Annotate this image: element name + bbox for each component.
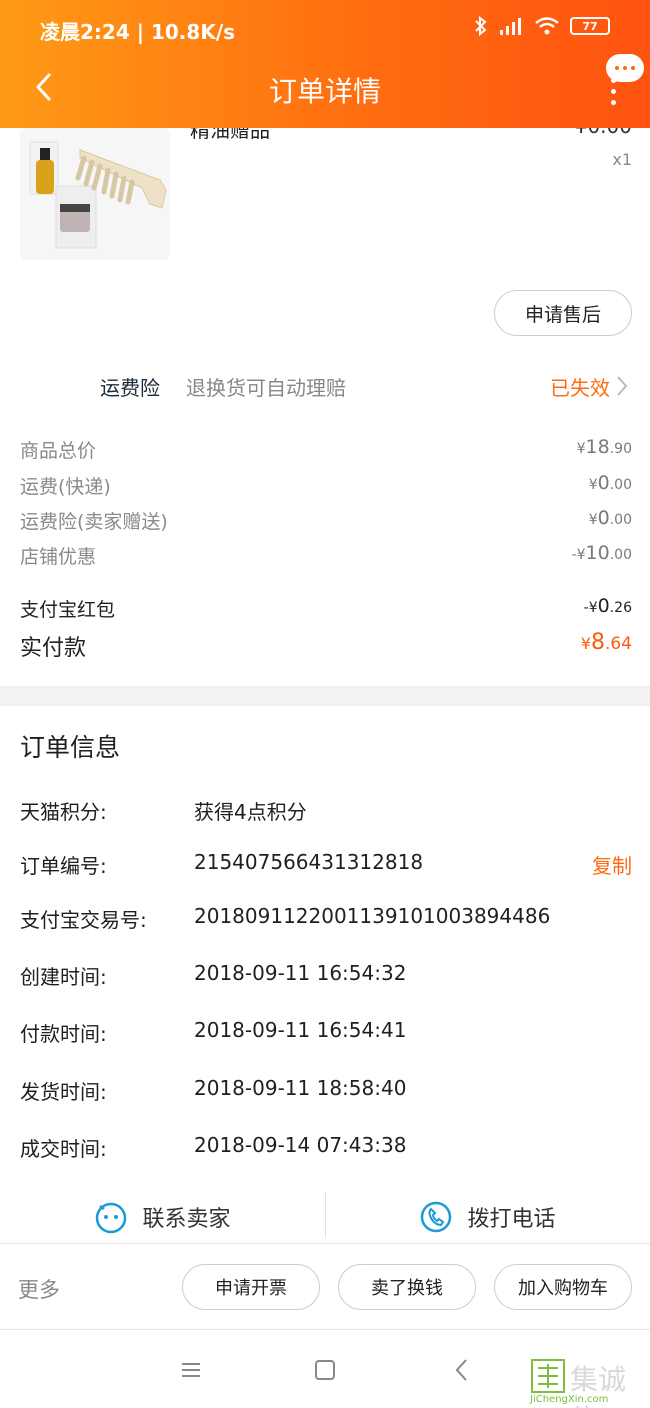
info-value: 2018-09-14 07:43:38 bbox=[194, 1133, 407, 1157]
price-label: 支付宝红包 bbox=[20, 599, 116, 621]
actual-payment-value: ¥8.64 bbox=[580, 630, 632, 655]
copy-button[interactable]: 复制 bbox=[592, 850, 632, 879]
info-key: 天猫积分: bbox=[20, 800, 107, 824]
shipping-insurance-row[interactable]: 运费险 退换货可自动理赔 已失效 bbox=[0, 372, 650, 402]
more-button[interactable]: 更多 bbox=[18, 1274, 60, 1304]
more-menu-icon[interactable] bbox=[611, 78, 616, 105]
app-header: 凌晨2:24 | 10.8K/s 77 订单详情 bbox=[0, 0, 650, 128]
watermark-logo-icon bbox=[531, 1359, 565, 1393]
price-row-alipay-red: 支付宝红包 -¥0.26 bbox=[20, 595, 632, 622]
price-value: ¥0.00 bbox=[588, 472, 632, 494]
back-icon[interactable] bbox=[447, 1355, 477, 1385]
signal-icon bbox=[500, 18, 521, 35]
price-label: 商品总价 bbox=[20, 440, 97, 462]
bluetooth-icon bbox=[475, 16, 487, 36]
chat-face-icon bbox=[96, 1202, 127, 1234]
info-key: 订单编号: bbox=[20, 854, 107, 878]
insurance-desc: 退换货可自动理赔 bbox=[186, 376, 346, 400]
product-quantity: x1 bbox=[612, 150, 632, 169]
watermark-url: JiChengXin.com bbox=[530, 1394, 609, 1405]
price-value: -¥10.00 bbox=[571, 542, 632, 564]
call-phone-button[interactable]: 拨打电话 bbox=[325, 1190, 650, 1244]
chevron-right-icon bbox=[617, 376, 628, 396]
info-value: 2018091122001139101003894486 bbox=[194, 904, 551, 928]
apply-invoice-button[interactable]: 申请开票 bbox=[182, 1264, 320, 1310]
watermark-logo: 集诚信 JiChengXin.com bbox=[530, 1356, 646, 1408]
apply-after-sale-button[interactable]: 申请售后 bbox=[494, 290, 632, 336]
info-key: 付款时间: bbox=[20, 1022, 107, 1046]
section-divider bbox=[0, 686, 650, 706]
wifi-icon bbox=[535, 17, 559, 35]
price-row-shipping: 运费(快递) ¥0.00 bbox=[20, 472, 632, 499]
info-key: 成交时间: bbox=[20, 1137, 107, 1161]
price-value: ¥0.00 bbox=[588, 507, 632, 529]
order-info-title: 订单信息 bbox=[20, 733, 121, 762]
status-time: 凌晨2:24 | 10.8K/s bbox=[40, 20, 236, 44]
info-value: 2018-09-11 16:54:41 bbox=[194, 1018, 407, 1042]
sell-for-cash-button[interactable]: 卖了换钱 bbox=[338, 1264, 476, 1310]
contact-seller-label: 联系卖家 bbox=[142, 1207, 231, 1232]
price-row-insurance: 运费险(卖家赠送) ¥0.00 bbox=[20, 507, 632, 534]
price-value: -¥0.26 bbox=[583, 595, 632, 617]
contact-seller-button[interactable]: 联系卖家 bbox=[0, 1190, 325, 1244]
contact-bar: 联系卖家 拨打电话 bbox=[0, 1190, 650, 1244]
info-key: 发货时间: bbox=[20, 1080, 107, 1104]
page-title: 订单详情 bbox=[268, 75, 381, 108]
insurance-label: 运费险 bbox=[100, 376, 160, 400]
menu-icon[interactable] bbox=[176, 1355, 206, 1385]
phone-icon bbox=[421, 1201, 452, 1233]
price-value: ¥18.90 bbox=[576, 436, 632, 458]
price-row-total: 商品总价 ¥18.90 bbox=[20, 436, 632, 463]
battery-indicator: 77 bbox=[570, 17, 610, 35]
price-label: 店铺优惠 bbox=[20, 546, 97, 568]
info-value: 2018-09-11 16:54:32 bbox=[194, 961, 407, 985]
info-key: 创建时间: bbox=[20, 965, 107, 989]
bottom-action-bar: 更多 申请开票 卖了换钱 加入购物车 bbox=[0, 1246, 650, 1330]
insurance-status: 已失效 bbox=[550, 376, 610, 400]
info-value: 获得4点积分 bbox=[194, 800, 307, 824]
actual-payment-row: 实付款 ¥8.64 bbox=[20, 630, 632, 662]
actual-payment-label: 实付款 bbox=[20, 636, 87, 661]
product-image[interactable] bbox=[20, 128, 170, 260]
home-icon[interactable] bbox=[310, 1355, 340, 1385]
add-to-cart-button[interactable]: 加入购物车 bbox=[494, 1264, 632, 1310]
info-key: 支付宝交易号: bbox=[20, 908, 147, 932]
info-value: 2018-09-11 18:58:40 bbox=[194, 1076, 407, 1100]
status-icons: 77 bbox=[474, 16, 610, 36]
price-label: 运费(快递) bbox=[20, 476, 111, 498]
price-row-discount: 店铺优惠 -¥10.00 bbox=[20, 542, 632, 569]
price-label: 运费险(卖家赠送) bbox=[20, 511, 168, 533]
info-value: 215407566431312818 bbox=[194, 850, 424, 874]
call-phone-label: 拨打电话 bbox=[467, 1207, 556, 1232]
